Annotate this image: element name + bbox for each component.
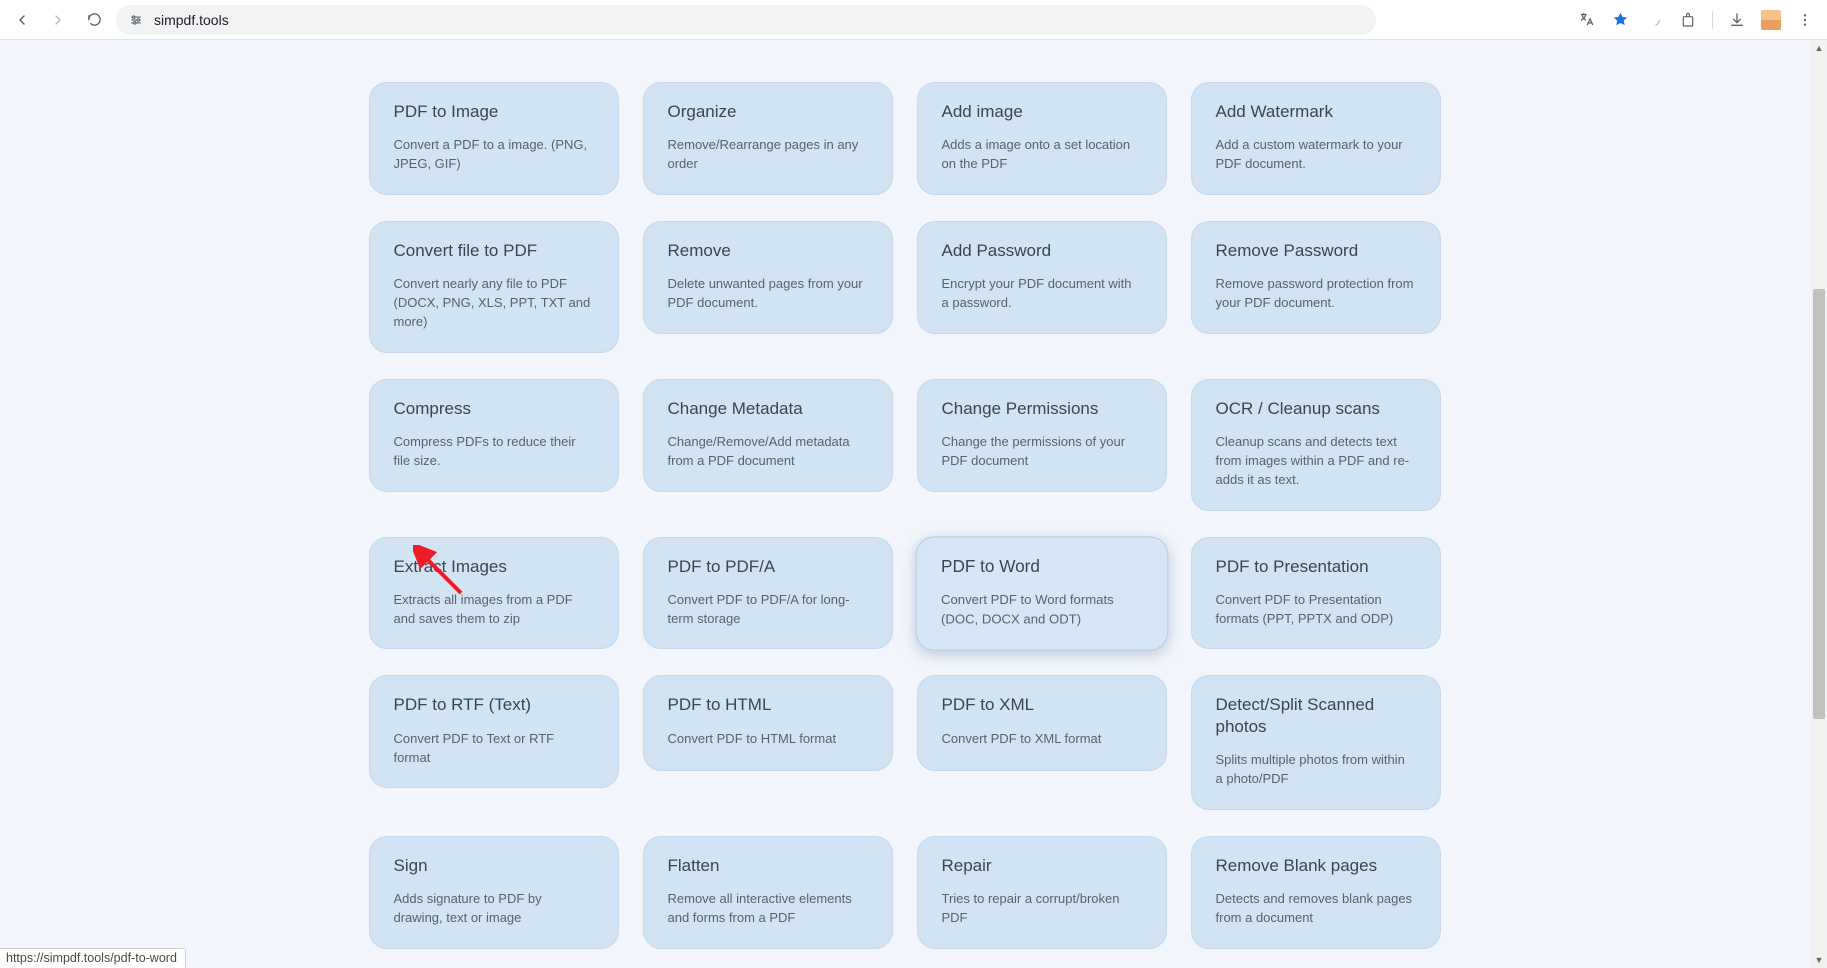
tool-card[interactable]: Flatten Remove all interactive elements a… bbox=[643, 836, 893, 949]
forward-button[interactable] bbox=[44, 6, 72, 34]
tool-card[interactable]: PDF to Word Convert PDF to Word formats (… bbox=[915, 536, 1168, 650]
tool-card-title: Change Permissions bbox=[942, 398, 1142, 419]
tool-card-title: Change Metadata bbox=[668, 398, 868, 419]
tool-card[interactable]: PDF to HTML Convert PDF to HTML format bbox=[643, 675, 893, 771]
status-bar: https://simpdf.tools/pdf-to-word bbox=[0, 948, 186, 968]
scroll-down-arrow-icon[interactable]: ▼ bbox=[1811, 952, 1827, 968]
tool-card-desc: Convert PDF to Word formats (DOC, DOCX a… bbox=[941, 591, 1143, 629]
tool-card-desc: Delete unwanted pages from your PDF docu… bbox=[668, 275, 868, 313]
tool-card-title: PDF to HTML bbox=[668, 694, 868, 715]
scroll-up-arrow-icon[interactable]: ▲ bbox=[1811, 40, 1827, 56]
tool-card-title: PDF to XML bbox=[942, 694, 1142, 715]
browser-menu-icon[interactable] bbox=[1791, 6, 1819, 34]
tool-card-title: Remove bbox=[668, 240, 868, 261]
tool-card[interactable]: PDF to XML Convert PDF to XML format bbox=[917, 675, 1167, 771]
bookmark-star-icon[interactable] bbox=[1606, 6, 1634, 34]
reload-button[interactable] bbox=[80, 6, 108, 34]
tool-card[interactable]: OCR / Cleanup scans Cleanup scans and det… bbox=[1191, 379, 1441, 511]
tool-card-desc: Remove all interactive elements and form… bbox=[668, 890, 868, 928]
tool-card-desc: Convert PDF to Presentation formats (PPT… bbox=[1216, 591, 1416, 629]
extensions-icon[interactable] bbox=[1674, 6, 1702, 34]
tool-card-desc: Cleanup scans and detects text from imag… bbox=[1216, 433, 1416, 490]
url-text: simpdf.tools bbox=[154, 12, 229, 28]
tool-card-title: PDF to Word bbox=[941, 555, 1143, 576]
tool-card-desc: Convert PDF to XML format bbox=[942, 730, 1142, 749]
tool-grid: PDF to Image Convert a PDF to a image. (P… bbox=[369, 40, 1443, 949]
tool-card-desc: Extracts all images from a PDF and saves… bbox=[394, 591, 594, 629]
tool-card-desc: Convert PDF to PDF/A for long-term stora… bbox=[668, 591, 868, 629]
tool-card-title: Convert file to PDF bbox=[394, 240, 594, 261]
page-content: PDF to Image Convert a PDF to a image. (P… bbox=[0, 40, 1811, 968]
tool-card[interactable]: PDF to Image Convert a PDF to a image. (P… bbox=[369, 82, 619, 195]
toolbar-divider bbox=[1712, 11, 1713, 29]
tool-card-desc: Remove/Rearrange pages in any order bbox=[668, 136, 868, 174]
tool-card-title: Flatten bbox=[668, 855, 868, 876]
tool-card-title: Repair bbox=[942, 855, 1142, 876]
tool-card-desc: Convert PDF to Text or RTF format bbox=[394, 730, 594, 768]
tool-card-title: Compress bbox=[394, 398, 594, 419]
tool-card[interactable]: PDF to RTF (Text) Convert PDF to Text or … bbox=[369, 675, 619, 788]
tool-card-desc: Convert PDF to HTML format bbox=[668, 730, 868, 749]
tool-card-title: OCR / Cleanup scans bbox=[1216, 398, 1416, 419]
tool-card[interactable]: Organize Remove/Rearrange pages in any or… bbox=[643, 82, 893, 195]
tool-card-desc: Change the permissions of your PDF docum… bbox=[942, 433, 1142, 471]
tool-card[interactable]: Remove Password Remove password protectio… bbox=[1191, 221, 1441, 334]
tool-card-title: Organize bbox=[668, 101, 868, 122]
translate-icon[interactable] bbox=[1572, 6, 1600, 34]
site-settings-icon[interactable] bbox=[128, 12, 144, 28]
tool-card-title: Extract Images bbox=[394, 556, 594, 577]
tool-card[interactable]: Extract Images Extracts all images from a… bbox=[369, 537, 619, 650]
tool-card[interactable]: Change Metadata Change/Remove/Add metadat… bbox=[643, 379, 893, 492]
address-bar[interactable]: simpdf.tools bbox=[116, 5, 1376, 35]
tool-card[interactable]: PDF to PDF/A Convert PDF to PDF/A for lon… bbox=[643, 537, 893, 650]
tool-card[interactable]: PDF to Presentation Convert PDF to Presen… bbox=[1191, 537, 1441, 650]
tool-card[interactable]: Change Permissions Change the permissions… bbox=[917, 379, 1167, 492]
tool-card-title: PDF to RTF (Text) bbox=[394, 694, 594, 715]
vertical-scrollbar[interactable]: ▲ ▼ bbox=[1811, 40, 1827, 968]
tool-card-desc: Convert a PDF to a image. (PNG, JPEG, GI… bbox=[394, 136, 594, 174]
tool-card-title: Remove Blank pages bbox=[1216, 855, 1416, 876]
tool-card[interactable]: Add Watermark Add a custom watermark to y… bbox=[1191, 82, 1441, 195]
back-button[interactable] bbox=[8, 6, 36, 34]
tool-card-desc: Detects and removes blank pages from a d… bbox=[1216, 890, 1416, 928]
browser-toolbar: simpdf.tools bbox=[0, 0, 1827, 40]
tool-card[interactable]: Detect/Split Scanned photos Splits multip… bbox=[1191, 675, 1441, 809]
tool-card-title: Sign bbox=[394, 855, 594, 876]
tool-card-title: Add Password bbox=[942, 240, 1142, 261]
tool-card-desc: Change/Remove/Add metadata from a PDF do… bbox=[668, 433, 868, 471]
tool-card-title: Add image bbox=[942, 101, 1142, 122]
tool-card[interactable]: Repair Tries to repair a corrupt/broken P… bbox=[917, 836, 1167, 949]
tool-card-title: Add Watermark bbox=[1216, 101, 1416, 122]
tool-card-title: PDF to Presentation bbox=[1216, 556, 1416, 577]
profile-avatar[interactable] bbox=[1757, 6, 1785, 34]
tool-card-desc: Convert nearly any file to PDF (DOCX, PN… bbox=[394, 275, 594, 332]
tool-card-desc: Remove password protection from your PDF… bbox=[1216, 275, 1416, 313]
tool-card-title: Detect/Split Scanned photos bbox=[1216, 694, 1416, 737]
tool-card[interactable]: Remove Delete unwanted pages from your PD… bbox=[643, 221, 893, 334]
tool-card-desc: Splits multiple photos from within a pho… bbox=[1216, 751, 1416, 789]
tool-card-desc: Compress PDFs to reduce their file size. bbox=[394, 433, 594, 471]
tool-card[interactable]: Compress Compress PDFs to reduce their fi… bbox=[369, 379, 619, 492]
tool-card-desc: Adds signature to PDF by drawing, text o… bbox=[394, 890, 594, 928]
tool-card-desc: Tries to repair a corrupt/broken PDF bbox=[942, 890, 1142, 928]
downloads-icon[interactable] bbox=[1723, 6, 1751, 34]
status-url-text: https://simpdf.tools/pdf-to-word bbox=[6, 951, 177, 965]
tool-card[interactable]: Remove Blank pages Detects and removes bl… bbox=[1191, 836, 1441, 949]
tool-card-desc: Encrypt your PDF document with a passwor… bbox=[942, 275, 1142, 313]
scroll-track[interactable] bbox=[1811, 56, 1827, 952]
tool-card[interactable]: Add image Adds a image onto a set locatio… bbox=[917, 82, 1167, 195]
loading-indicator-icon bbox=[1640, 6, 1668, 34]
tool-card-title: PDF to PDF/A bbox=[668, 556, 868, 577]
tool-card-desc: Add a custom watermark to your PDF docum… bbox=[1216, 136, 1416, 174]
tool-card[interactable]: Sign Adds signature to PDF by drawing, te… bbox=[369, 836, 619, 949]
page-viewport: PDF to Image Convert a PDF to a image. (P… bbox=[0, 40, 1827, 968]
tool-card[interactable]: Convert file to PDF Convert nearly any fi… bbox=[369, 221, 619, 353]
tool-card[interactable]: Add Password Encrypt your PDF document wi… bbox=[917, 221, 1167, 334]
tool-card-title: PDF to Image bbox=[394, 101, 594, 122]
scroll-thumb[interactable] bbox=[1813, 289, 1825, 719]
tool-card-title: Remove Password bbox=[1216, 240, 1416, 261]
tool-card-desc: Adds a image onto a set location on the … bbox=[942, 136, 1142, 174]
